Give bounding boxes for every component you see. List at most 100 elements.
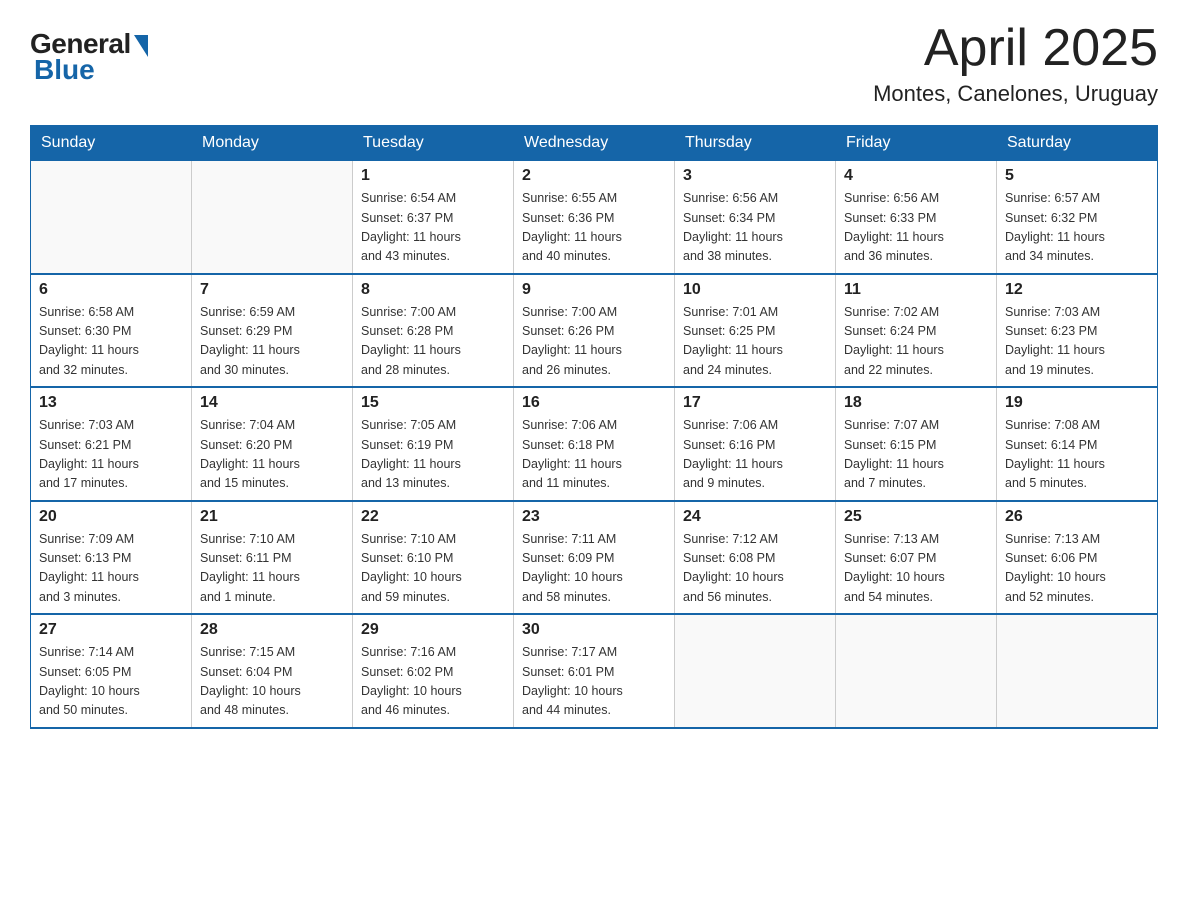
- calendar-cell: 11 Sunrise: 7:02 AMSunset: 6:24 PMDayligh…: [836, 274, 997, 388]
- day-number: 1: [361, 167, 505, 185]
- day-number: 5: [1005, 167, 1149, 185]
- day-info: Sunrise: 6:57 AMSunset: 6:32 PMDaylight:…: [1005, 189, 1149, 267]
- day-number: 16: [522, 394, 666, 412]
- day-number: 13: [39, 394, 183, 412]
- calendar-cell: 6Sunrise: 6:58 AMSunset: 6:30 PMDaylight…: [31, 274, 192, 388]
- calendar-cell: 15 Sunrise: 7:05 AMSunset: 6:19 PMDayligh…: [353, 387, 514, 501]
- day-info: Sunrise: 7:10 AMSunset: 6:11 PMDaylight:…: [200, 530, 344, 608]
- logo: General Blue: [30, 28, 148, 86]
- week-row-2: 6Sunrise: 6:58 AMSunset: 6:30 PMDaylight…: [31, 274, 1158, 388]
- day-info: Sunrise: 7:13 AMSunset: 6:07 PMDaylight:…: [844, 530, 988, 608]
- day-number: 17: [683, 394, 827, 412]
- calendar-cell: 17 Sunrise: 7:06 AMSunset: 6:16 PMDayligh…: [675, 387, 836, 501]
- calendar-cell: 12 Sunrise: 7:03 AMSunset: 6:23 PMDayligh…: [997, 274, 1158, 388]
- day-info: Sunrise: 7:06 AMSunset: 6:16 PMDaylight:…: [683, 416, 827, 494]
- week-row-5: 27Sunrise: 7:14 AMSunset: 6:05 PMDayligh…: [31, 614, 1158, 728]
- column-header-sunday: Sunday: [31, 126, 192, 161]
- column-header-friday: Friday: [836, 126, 997, 161]
- calendar-cell: 20Sunrise: 7:09 AMSunset: 6:13 PMDayligh…: [31, 501, 192, 615]
- day-info: Sunrise: 7:10 AMSunset: 6:10 PMDaylight:…: [361, 530, 505, 608]
- day-number: 30: [522, 621, 666, 639]
- calendar-cell: 1 Sunrise: 6:54 AMSunset: 6:37 PMDaylight…: [353, 161, 514, 274]
- calendar-cell: 23 Sunrise: 7:11 AMSunset: 6:09 PMDayligh…: [514, 501, 675, 615]
- calendar-cell: 21 Sunrise: 7:10 AMSunset: 6:11 PMDayligh…: [192, 501, 353, 615]
- day-info: Sunrise: 6:55 AMSunset: 6:36 PMDaylight:…: [522, 189, 666, 267]
- calendar-cell: 10 Sunrise: 7:01 AMSunset: 6:25 PMDayligh…: [675, 274, 836, 388]
- calendar-cell: 4 Sunrise: 6:56 AMSunset: 6:33 PMDaylight…: [836, 161, 997, 274]
- day-info: Sunrise: 7:02 AMSunset: 6:24 PMDaylight:…: [844, 303, 988, 381]
- day-info: Sunrise: 6:59 AMSunset: 6:29 PMDaylight:…: [200, 303, 344, 381]
- day-number: 10: [683, 281, 827, 299]
- day-info: Sunrise: 7:00 AMSunset: 6:26 PMDaylight:…: [522, 303, 666, 381]
- day-number: 29: [361, 621, 505, 639]
- day-info: Sunrise: 7:04 AMSunset: 6:20 PMDaylight:…: [200, 416, 344, 494]
- day-info: Sunrise: 6:54 AMSunset: 6:37 PMDaylight:…: [361, 189, 505, 267]
- calendar-cell: 2Sunrise: 6:55 AMSunset: 6:36 PMDaylight…: [514, 161, 675, 274]
- day-number: 14: [200, 394, 344, 412]
- calendar-cell: [997, 614, 1158, 728]
- week-row-4: 20Sunrise: 7:09 AMSunset: 6:13 PMDayligh…: [31, 501, 1158, 615]
- week-row-1: 1 Sunrise: 6:54 AMSunset: 6:37 PMDaylight…: [31, 161, 1158, 274]
- day-info: Sunrise: 7:05 AMSunset: 6:19 PMDaylight:…: [361, 416, 505, 494]
- calendar-title: April 2025: [873, 20, 1158, 77]
- calendar-cell: 16Sunrise: 7:06 AMSunset: 6:18 PMDayligh…: [514, 387, 675, 501]
- day-number: 11: [844, 281, 988, 299]
- day-number: 18: [844, 394, 988, 412]
- calendar-cell: 13 Sunrise: 7:03 AMSunset: 6:21 PMDayligh…: [31, 387, 192, 501]
- day-number: 3: [683, 167, 827, 185]
- day-info: Sunrise: 6:56 AMSunset: 6:33 PMDaylight:…: [844, 189, 988, 267]
- day-number: 22: [361, 508, 505, 526]
- day-info: Sunrise: 7:08 AMSunset: 6:14 PMDaylight:…: [1005, 416, 1149, 494]
- day-info: Sunrise: 6:58 AMSunset: 6:30 PMDaylight:…: [39, 303, 183, 381]
- day-info: Sunrise: 7:17 AMSunset: 6:01 PMDaylight:…: [522, 643, 666, 721]
- day-number: 24: [683, 508, 827, 526]
- calendar-cell: 19 Sunrise: 7:08 AMSunset: 6:14 PMDayligh…: [997, 387, 1158, 501]
- column-header-wednesday: Wednesday: [514, 126, 675, 161]
- day-number: 21: [200, 508, 344, 526]
- day-info: Sunrise: 7:16 AMSunset: 6:02 PMDaylight:…: [361, 643, 505, 721]
- day-number: 9: [522, 281, 666, 299]
- day-info: Sunrise: 7:03 AMSunset: 6:21 PMDaylight:…: [39, 416, 183, 494]
- day-info: Sunrise: 7:07 AMSunset: 6:15 PMDaylight:…: [844, 416, 988, 494]
- day-info: Sunrise: 6:56 AMSunset: 6:34 PMDaylight:…: [683, 189, 827, 267]
- calendar-cell: 26Sunrise: 7:13 AMSunset: 6:06 PMDayligh…: [997, 501, 1158, 615]
- title-section: April 2025 Montes, Canelones, Uruguay: [873, 20, 1158, 107]
- day-number: 8: [361, 281, 505, 299]
- calendar-cell: 24Sunrise: 7:12 AMSunset: 6:08 PMDayligh…: [675, 501, 836, 615]
- calendar-cell: [836, 614, 997, 728]
- column-header-monday: Monday: [192, 126, 353, 161]
- column-header-thursday: Thursday: [675, 126, 836, 161]
- calendar-cell: 29 Sunrise: 7:16 AMSunset: 6:02 PMDayligh…: [353, 614, 514, 728]
- calendar-cell: 5 Sunrise: 6:57 AMSunset: 6:32 PMDaylight…: [997, 161, 1158, 274]
- day-info: Sunrise: 7:11 AMSunset: 6:09 PMDaylight:…: [522, 530, 666, 608]
- calendar-cell: 14 Sunrise: 7:04 AMSunset: 6:20 PMDayligh…: [192, 387, 353, 501]
- calendar-cell: 8 Sunrise: 7:00 AMSunset: 6:28 PMDaylight…: [353, 274, 514, 388]
- calendar-cell: 22 Sunrise: 7:10 AMSunset: 6:10 PMDayligh…: [353, 501, 514, 615]
- day-number: 4: [844, 167, 988, 185]
- day-info: Sunrise: 7:15 AMSunset: 6:04 PMDaylight:…: [200, 643, 344, 721]
- header-row: SundayMondayTuesdayWednesdayThursdayFrid…: [31, 126, 1158, 161]
- calendar-subtitle: Montes, Canelones, Uruguay: [873, 81, 1158, 107]
- day-number: 25: [844, 508, 988, 526]
- day-number: 19: [1005, 394, 1149, 412]
- week-row-3: 13 Sunrise: 7:03 AMSunset: 6:21 PMDayligh…: [31, 387, 1158, 501]
- calendar-cell: [192, 161, 353, 274]
- day-info: Sunrise: 7:01 AMSunset: 6:25 PMDaylight:…: [683, 303, 827, 381]
- calendar-table: SundayMondayTuesdayWednesdayThursdayFrid…: [30, 125, 1158, 729]
- day-info: Sunrise: 7:03 AMSunset: 6:23 PMDaylight:…: [1005, 303, 1149, 381]
- day-info: Sunrise: 7:14 AMSunset: 6:05 PMDaylight:…: [39, 643, 183, 721]
- calendar-cell: 25 Sunrise: 7:13 AMSunset: 6:07 PMDayligh…: [836, 501, 997, 615]
- day-number: 12: [1005, 281, 1149, 299]
- column-header-tuesday: Tuesday: [353, 126, 514, 161]
- day-info: Sunrise: 7:00 AMSunset: 6:28 PMDaylight:…: [361, 303, 505, 381]
- day-number: 15: [361, 394, 505, 412]
- page-header: General Blue April 2025 Montes, Canelone…: [30, 20, 1158, 107]
- day-info: Sunrise: 7:09 AMSunset: 6:13 PMDaylight:…: [39, 530, 183, 608]
- day-number: 23: [522, 508, 666, 526]
- day-number: 26: [1005, 508, 1149, 526]
- calendar-cell: 27Sunrise: 7:14 AMSunset: 6:05 PMDayligh…: [31, 614, 192, 728]
- calendar-cell: 7Sunrise: 6:59 AMSunset: 6:29 PMDaylight…: [192, 274, 353, 388]
- calendar-cell: [31, 161, 192, 274]
- logo-arrow-icon: [134, 35, 148, 57]
- column-header-saturday: Saturday: [997, 126, 1158, 161]
